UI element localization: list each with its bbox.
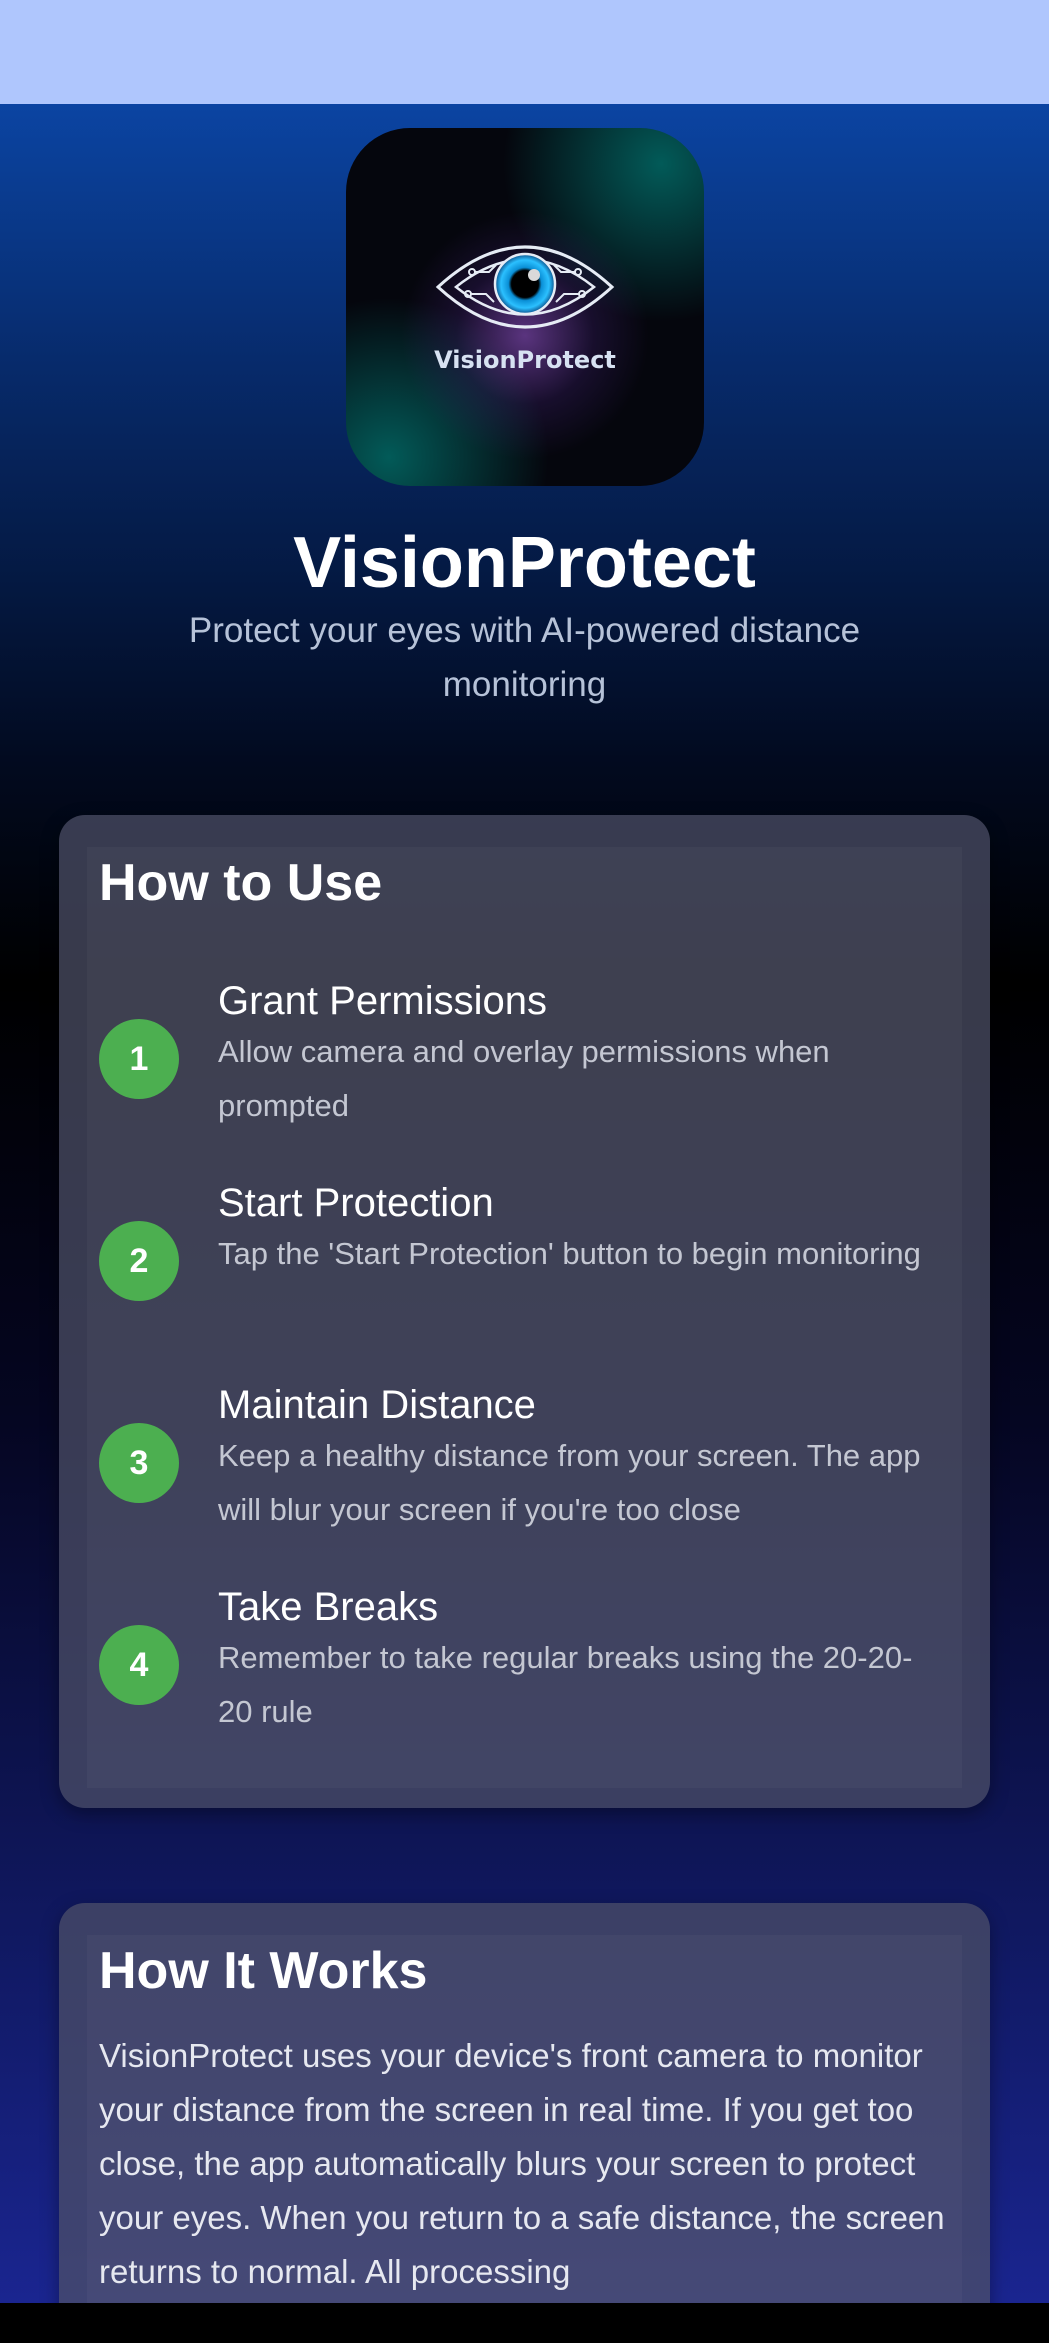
logo-wordmark: VisionProtect [434,346,616,374]
step-title: Start Protection [218,1181,494,1225]
navigation-bar [0,2303,1049,2343]
step-description: Remember to take regular breaks using th… [218,1640,913,1729]
step-title: Grant Permissions [218,979,547,1023]
step-number-badge: 4 [99,1625,179,1705]
step-description: Keep a healthy distance from your screen… [218,1438,921,1527]
step-item: 4 Take Breaks Remember to take regular b… [59,1585,990,1745]
step-title: Maintain Distance [218,1383,536,1427]
how-it-works-card: How It Works VisionProtect uses your dev… [59,1903,990,2303]
step-title: Take Breaks [218,1585,439,1629]
step-item: 1 Grant Permissions Allow camera and ove… [59,979,990,1139]
app-subtitle: Protect your eyes with AI-powered distan… [188,611,861,704]
step-description: Tap the 'Start Protection' button to beg… [218,1236,921,1271]
app-title: VisionProtect [293,523,756,603]
step-item: 3 Maintain Distance Keep a healthy dista… [59,1383,990,1543]
main-screen: VisionProtect VisionProtect Protect your… [0,104,1049,2303]
step-number-badge: 2 [99,1221,179,1301]
step-item: 2 Start Protection Tap the 'Start Protec… [59,1181,990,1341]
how-it-works-body: VisionProtect uses your device's front c… [99,2037,945,2290]
app-logo: VisionProtect [346,128,704,486]
how-it-works-title: How It Works [99,1942,428,2000]
step-number-badge: 1 [99,1019,179,1099]
how-to-use-title: How to Use [99,854,383,912]
status-bar [0,0,1049,104]
step-description: Allow camera and overlay permissions whe… [218,1034,830,1123]
how-to-use-card: How to Use 1 Grant Permissions Allow cam… [59,815,990,1808]
step-number-badge: 3 [99,1423,179,1503]
eye-icon [435,245,615,329]
